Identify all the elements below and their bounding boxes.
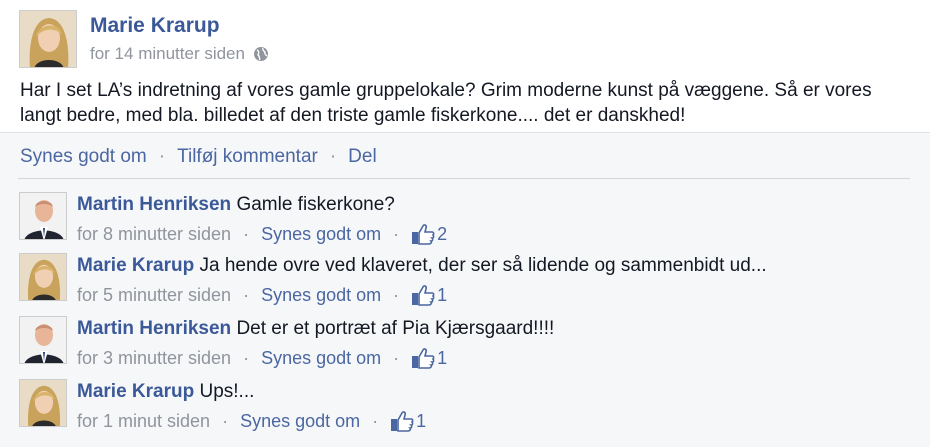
- post-timestamp[interactable]: for 14 minutter siden: [90, 44, 245, 64]
- separator-dot: ·: [222, 410, 229, 431]
- comment-item: Marie Krarup Ja hende ovre ved klaveret,…: [0, 253, 930, 309]
- comment-timestamp[interactable]: for 8 minutter siden: [77, 224, 231, 245]
- add-comment-link[interactable]: Tilføj kommentar: [177, 146, 318, 168]
- comment-like-link[interactable]: Synes godt om: [240, 411, 360, 432]
- comment-meta: for 5 minutter siden · Synes godt om · 1: [77, 284, 447, 306]
- commenter-name-link[interactable]: Marie Krarup: [77, 255, 194, 276]
- comment-body: Martin Henriksen Gamle fiskerkone?: [77, 194, 395, 216]
- like-count-value: 1: [437, 284, 448, 305]
- separator-dot: ·: [243, 347, 250, 368]
- comment-like-count[interactable]: 2: [411, 223, 447, 245]
- comment-timestamp[interactable]: for 1 minut siden: [77, 411, 210, 432]
- globe-icon[interactable]: [253, 46, 269, 62]
- commenter-avatar[interactable]: [19, 192, 67, 240]
- share-link[interactable]: Del: [348, 146, 377, 168]
- comment-meta: for 8 minutter siden · Synes godt om · 2: [77, 223, 447, 245]
- author-avatar[interactable]: [19, 10, 77, 68]
- separator-dot: ·: [158, 146, 166, 167]
- post-author-link[interactable]: Marie Krarup: [90, 14, 220, 38]
- separator-dot: ·: [393, 223, 400, 244]
- comment-like-link[interactable]: Synes godt om: [261, 285, 381, 306]
- comment-timestamp[interactable]: for 5 minutter siden: [77, 285, 231, 306]
- post-actions: Synes godt om · Tilføj kommentar · Del: [20, 146, 377, 168]
- separator-dot: ·: [393, 284, 400, 305]
- comment-body: Martin Henriksen Det er et portræt af Pi…: [77, 318, 554, 340]
- comment-meta: for 3 minutter siden · Synes godt om · 1: [77, 347, 447, 369]
- like-count-value: 2: [437, 223, 448, 244]
- comment-text: Gamle fiskerkone?: [236, 194, 395, 215]
- comment-like-link[interactable]: Synes godt om: [261, 348, 381, 369]
- separator-dot: ·: [372, 410, 379, 431]
- separator-dot: ·: [243, 284, 250, 305]
- like-count-value: 1: [437, 347, 448, 368]
- comment-body: Marie Krarup Ja hende ovre ved klaveret,…: [77, 255, 767, 277]
- separator-dot: ·: [243, 223, 250, 244]
- commenter-name-link[interactable]: Marie Krarup: [77, 381, 194, 402]
- commenter-avatar[interactable]: [19, 316, 67, 364]
- like-count-value: 1: [416, 410, 427, 431]
- comment-item: Martin Henriksen Gamle fiskerkone? for 8…: [0, 192, 930, 248]
- ufi-area: Synes godt om · Tilføj kommentar · Del M…: [0, 132, 930, 447]
- post-header: Marie Krarup for 14 minutter siden: [0, 0, 930, 72]
- thumbs-up-icon: [411, 223, 435, 245]
- thumbs-up-icon: [411, 347, 435, 369]
- commenter-avatar[interactable]: [19, 253, 67, 301]
- comment-text: Ja hende ovre ved klaveret, der ser så l…: [199, 255, 767, 276]
- post-text: Har I set LA’s indretning af vores gamle…: [20, 80, 872, 126]
- post-meta: for 14 minutter siden: [90, 44, 269, 64]
- comment-meta: for 1 minut siden · Synes godt om · 1: [77, 410, 426, 432]
- comment-like-count[interactable]: 1: [390, 410, 426, 432]
- separator-dot: ·: [393, 347, 400, 368]
- commenter-avatar[interactable]: [19, 379, 67, 427]
- comment-body: Marie Krarup Ups!...: [77, 381, 254, 403]
- comment-like-count[interactable]: 1: [411, 284, 447, 306]
- comment-like-count[interactable]: 1: [411, 347, 447, 369]
- thumbs-up-icon: [390, 410, 414, 432]
- comment-like-link[interactable]: Synes godt om: [261, 224, 381, 245]
- comment-item: Marie Krarup Ups!... for 1 minut siden ·…: [0, 379, 930, 435]
- comment-timestamp[interactable]: for 3 minutter siden: [77, 348, 231, 369]
- thumbs-up-icon: [411, 284, 435, 306]
- comment-item: Martin Henriksen Det er et portræt af Pi…: [0, 316, 930, 372]
- commenter-name-link[interactable]: Martin Henriksen: [77, 194, 231, 215]
- divider: [18, 178, 910, 179]
- commenter-name-link[interactable]: Martin Henriksen: [77, 318, 231, 339]
- separator-dot: ·: [329, 146, 337, 167]
- comment-text: Det er et portræt af Pia Kjærsgaard!!!!: [236, 318, 555, 339]
- like-post-link[interactable]: Synes godt om: [20, 146, 147, 168]
- comment-text: Ups!...: [199, 381, 255, 402]
